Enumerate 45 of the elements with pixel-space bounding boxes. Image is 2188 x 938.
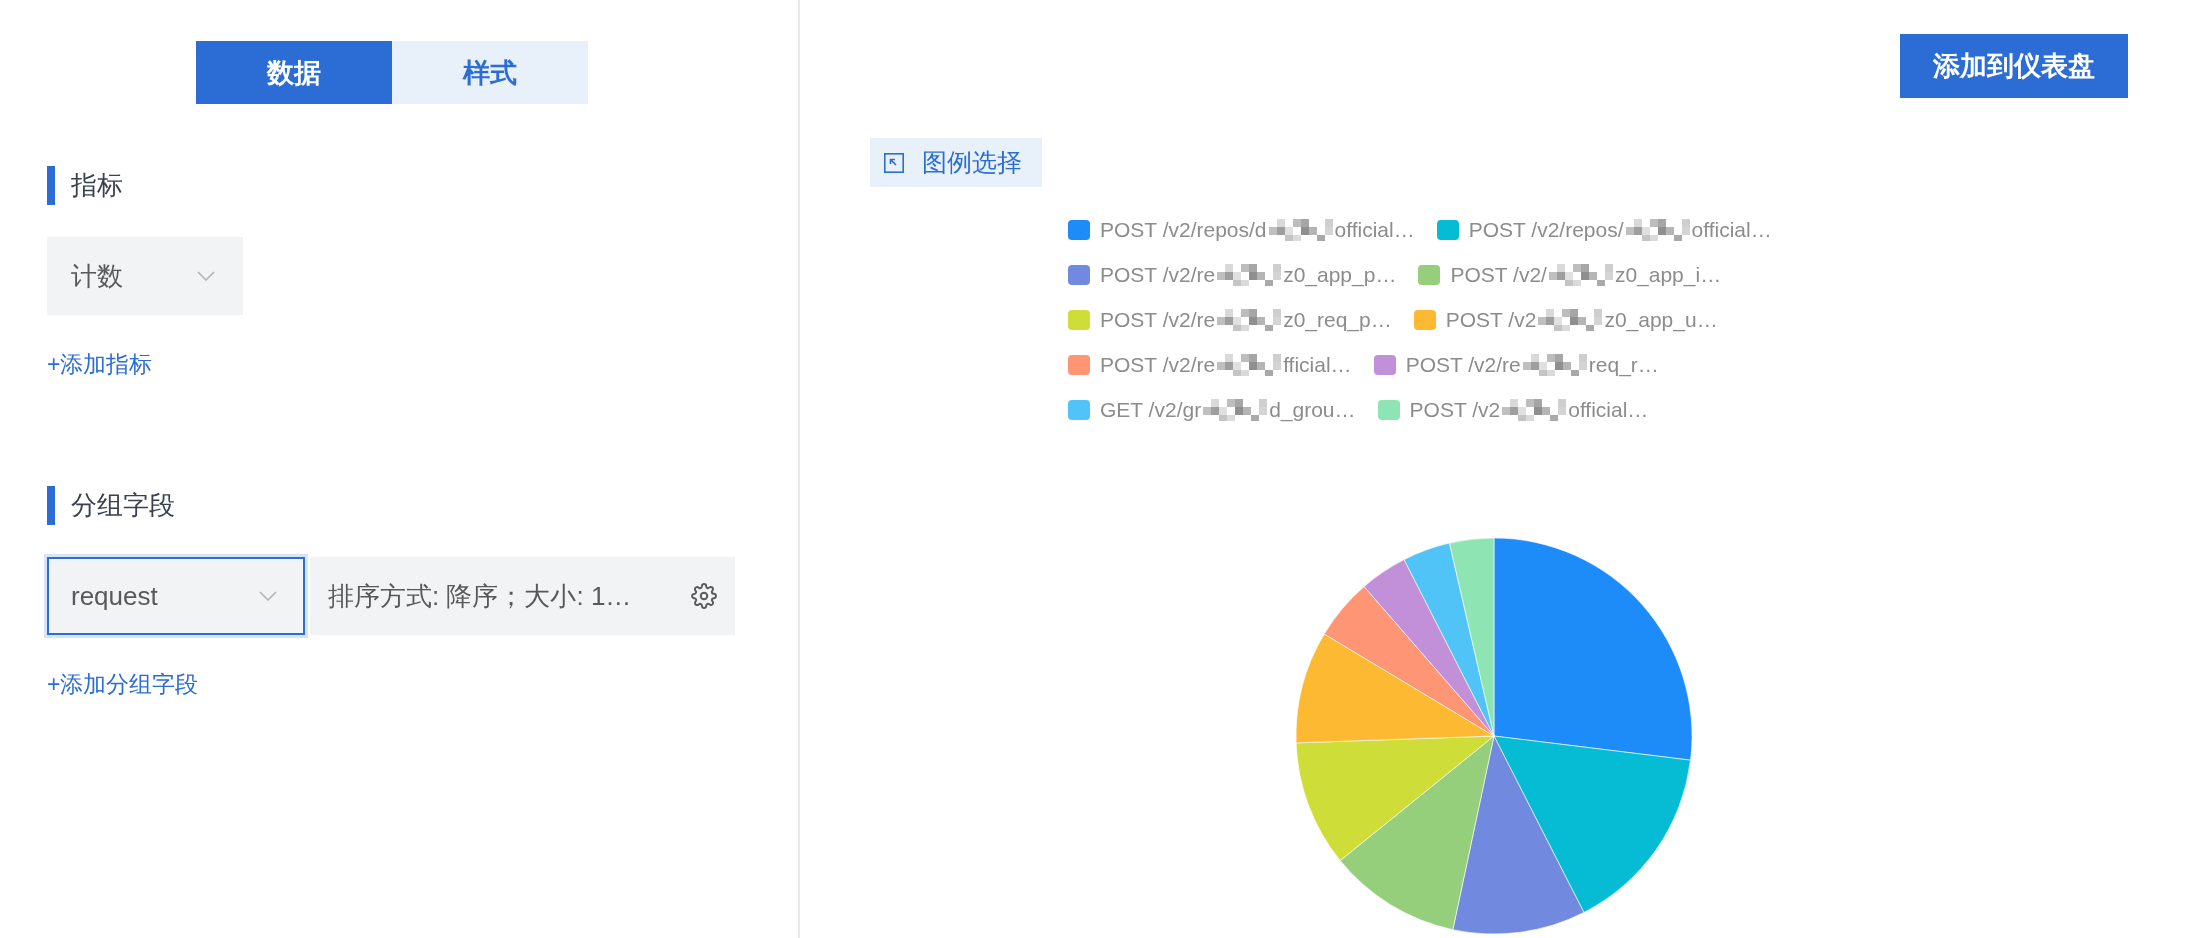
sort-settings-field[interactable]: 排序方式: 降序；大小: 1… bbox=[310, 557, 735, 635]
pixelated-text-icon bbox=[1538, 308, 1603, 331]
legend-select-button[interactable]: 图例选择 bbox=[870, 138, 1042, 187]
add-link[interactable]: +添加分组字段 bbox=[47, 669, 199, 699]
legend-label-end: official… bbox=[1691, 217, 1772, 242]
legend-label: POST /v2/re bbox=[1100, 262, 1216, 287]
legend-label-end: z0_req_p… bbox=[1283, 307, 1392, 332]
legend-label-end: req_r… bbox=[1588, 352, 1659, 377]
legend-label: POST /v2/repos/d bbox=[1100, 217, 1267, 242]
add-link[interactable]: +添加指标 bbox=[47, 349, 153, 379]
pixelated-text-icon bbox=[1502, 398, 1567, 421]
pixelated-text-icon bbox=[1217, 353, 1282, 376]
chevron-down-icon bbox=[197, 271, 215, 281]
legend-label: POST /v2/repos/ bbox=[1468, 217, 1624, 242]
pixelated-text-icon bbox=[1268, 218, 1333, 241]
legend-label-end: z0_app_i… bbox=[1614, 262, 1722, 287]
chevron-down-icon bbox=[259, 591, 277, 601]
legend-label: POST /v2/re bbox=[1405, 352, 1521, 377]
legend-label: POST /v2 bbox=[1445, 307, 1537, 332]
tab[interactable]: 样式 bbox=[392, 41, 588, 104]
section-title: 指标 bbox=[47, 166, 123, 205]
legend-label-end: fficial… bbox=[1283, 352, 1352, 377]
legend-label: GET /v2/gr bbox=[1100, 397, 1202, 422]
legend-label: POST /v2/ bbox=[1450, 262, 1547, 287]
legend-label-end: z0_app_u… bbox=[1604, 307, 1718, 332]
pixelated-text-icon bbox=[1548, 263, 1613, 286]
arrow-in-box-icon bbox=[884, 152, 904, 173]
pixelated-text-icon bbox=[1217, 263, 1282, 286]
legend-label-end: d_grou… bbox=[1269, 397, 1356, 422]
dropdown-select[interactable]: 计数 bbox=[47, 237, 243, 315]
settings-icon[interactable] bbox=[691, 583, 717, 609]
legend-label: POST /v2/re bbox=[1100, 307, 1216, 332]
legend-label-end: z0_app_p… bbox=[1283, 262, 1397, 287]
dropdown-select[interactable]: request bbox=[47, 557, 305, 635]
pixelated-text-icon bbox=[1625, 218, 1690, 241]
legend-label: POST /v2/re bbox=[1100, 352, 1216, 377]
pixelated-text-icon bbox=[1522, 353, 1587, 376]
pixelated-text-icon bbox=[1217, 308, 1282, 331]
section-title: 分组字段 bbox=[47, 486, 175, 525]
tab[interactable]: 数据 bbox=[196, 41, 392, 104]
legend-label-end: official… bbox=[1334, 217, 1415, 242]
legend-label: POST /v2 bbox=[1409, 397, 1501, 422]
pixelated-text-icon bbox=[1203, 398, 1268, 421]
add-to-dashboard-button[interactable]: 添加到仪表盘 bbox=[1900, 34, 2128, 98]
legend-label-end: official… bbox=[1568, 397, 1649, 422]
